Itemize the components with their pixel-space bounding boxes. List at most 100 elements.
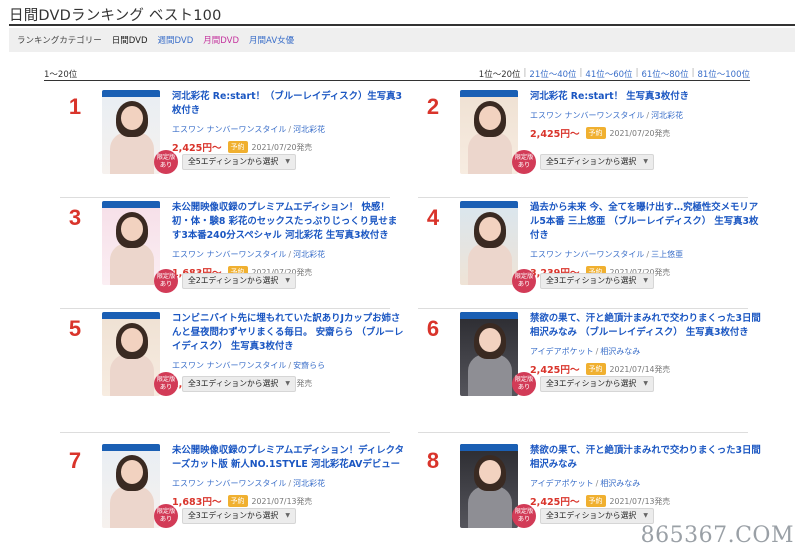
title-rule (9, 24, 795, 26)
edition-select[interactable]: 全3エディションから選択 ▼ (540, 508, 654, 524)
cover-figure-body (468, 132, 512, 174)
actress-link[interactable]: 安齋らら (293, 361, 325, 370)
product-title-link[interactable]: 禁欲の果て、汗と絶頂汁まみれで交わりまくった3日間 相沢みなみ （ブルーレイディ… (530, 312, 764, 340)
product-cover-image[interactable] (460, 90, 518, 174)
edition-select-label: 全5エディションから選択 (546, 157, 637, 166)
ranking-card: 3 未公開映像収録のプレミアムエディション！ 快感！初・体・験8 彩花のセックスた… (60, 201, 406, 307)
cover-figure-face (479, 328, 501, 352)
price: 2,425円〜 (530, 497, 580, 508)
release-date: 2021/07/13発売 (251, 496, 313, 506)
price: 2,425円〜 (530, 129, 580, 140)
maker-link[interactable]: エスワン ナンバーワンスタイル (172, 250, 286, 259)
actress-link[interactable]: 河北彩花 (293, 125, 325, 134)
chevron-down-icon: ▼ (643, 380, 648, 387)
chevron-down-icon: ▼ (285, 512, 290, 519)
edition-select[interactable]: 全2エディションから選択 ▼ (182, 273, 296, 289)
edition-select[interactable]: 全3エディションから選択 ▼ (182, 508, 296, 524)
actress-link[interactable]: 河北彩花 (293, 479, 325, 488)
actress-link[interactable]: 河北彩花 (651, 111, 683, 120)
product-title-link[interactable]: 未公開映像収録のプレミアムエディション！ 快感！初・体・験8 彩花のセックスたっ… (172, 201, 406, 243)
actress-link[interactable]: 相沢みなみ (600, 479, 640, 488)
maker-line: アイデアポケット / 相沢みなみ (530, 478, 764, 489)
maker-link[interactable]: エスワン ナンバーワンスタイル (530, 250, 644, 259)
edition-select-label: 全3エディションから選択 (546, 276, 637, 285)
product-cover-image[interactable] (460, 444, 518, 528)
product-cover-image[interactable] (460, 312, 518, 396)
maker-separator: / (288, 361, 292, 370)
ranking-card: 2 河北彩花 Re:start！ 生写真3枚付き エスワン ナンバーワンスタイル / 河… (418, 90, 764, 196)
release-date: 2021/07/14発売 (609, 364, 671, 374)
product-title-link[interactable]: 禁欲の果て、汗と絶頂汁まみれで交わりまくった3日間 相沢みなみ (530, 444, 764, 472)
maker-link[interactable]: エスワン ナンバーワンスタイル (172, 361, 286, 370)
preorder-tag: 予約 (227, 141, 248, 153)
product-cover-image[interactable] (102, 90, 160, 174)
product-cover-image[interactable] (102, 312, 160, 396)
rank-number: 4 (426, 205, 440, 230)
preorder-tag: 予約 (585, 495, 606, 507)
edition-select-label: 全3エディションから選択 (546, 511, 637, 520)
maker-separator: / (646, 111, 650, 120)
edition-select[interactable]: 全5エディションから選択 ▼ (540, 154, 654, 170)
cover-figure-face (121, 106, 143, 130)
product-info: 過去から未来 今、全てを曝け出す…究極性交メモリアル5本番 三上悠亜 （ブルーレ… (530, 201, 764, 279)
cover-figure-face (479, 217, 501, 241)
edition-select[interactable]: 全5エディションから選択 ▼ (182, 154, 296, 170)
cover-figure-face (121, 328, 143, 352)
maker-link[interactable]: アイデアポケット (530, 479, 594, 488)
product-info: 未公開映像収録のプレミアムエディション！ディレクターズカット版 新人NO.1ST… (172, 444, 406, 508)
cover-figure-body (110, 486, 154, 528)
maker-separator: / (595, 479, 599, 488)
price: 2,425円〜 (172, 143, 222, 154)
maker-link[interactable]: エスワン ナンバーワンスタイル (172, 125, 286, 134)
maker-link[interactable]: エスワン ナンバーワンスタイル (530, 111, 644, 120)
bluray-banner (460, 312, 518, 319)
product-cover-image[interactable] (102, 444, 160, 528)
pager-link-41-60[interactable]: 41位〜60位 (585, 68, 632, 80)
edition-select[interactable]: 全3エディションから選択 ▼ (540, 376, 654, 392)
product-title-link[interactable]: コンビニバイト先に埋もれていた訳ありJカップお姉さんと昼夜問わずヤリまくる毎日。… (172, 312, 406, 354)
limited-edition-badge: 限定版あり (512, 372, 536, 396)
product-title-link[interactable]: 河北彩花 Re:start！ 生写真3枚付き (530, 90, 764, 104)
maker-link[interactable]: アイデアポケット (530, 347, 594, 356)
edition-select[interactable]: 全3エディションから選択 ▼ (540, 273, 654, 289)
actress-link[interactable]: 三上悠亜 (651, 250, 683, 259)
maker-line: エスワン ナンバーワンスタイル / 河北彩花 (172, 249, 406, 260)
pager-separator: | (691, 68, 695, 78)
cover-figure-body (110, 243, 154, 285)
rank-number: 6 (426, 316, 440, 341)
price: 1,683円〜 (172, 497, 222, 508)
category-weekly-dvd[interactable]: 週間DVD (158, 34, 194, 46)
bluray-banner (460, 201, 518, 208)
category-label: ランキングカテゴリー (17, 36, 102, 46)
edition-select[interactable]: 全3エディションから選択 ▼ (182, 376, 296, 392)
category-monthly-actress[interactable]: 月間AV女優 (249, 34, 294, 46)
product-title-link[interactable]: 河北彩花 Re:start！（ブルーレイディスク）生写真3枚付き (172, 90, 406, 118)
product-cover-image[interactable] (102, 201, 160, 285)
product-title-link[interactable]: 過去から未来 今、全てを曝け出す…究極性交メモリアル5本番 三上悠亜 （ブルーレ… (530, 201, 764, 243)
cover-figure-body (468, 354, 512, 396)
pager-link-61-80[interactable]: 61位〜80位 (641, 68, 688, 80)
pager-link-81-100[interactable]: 81位〜100位 (697, 68, 750, 80)
product-title-link[interactable]: 未公開映像収録のプレミアムエディション！ディレクターズカット版 新人NO.1ST… (172, 444, 406, 472)
limited-edition-badge: 限定版あり (512, 504, 536, 528)
product-info: 河北彩花 Re:start！（ブルーレイディスク）生写真3枚付きエスワン ナンバ… (172, 90, 406, 154)
cover-figure-face (121, 460, 143, 484)
actress-link[interactable]: 相沢みなみ (600, 347, 640, 356)
product-cover-image[interactable] (460, 201, 518, 285)
actress-link[interactable]: 河北彩花 (293, 250, 325, 259)
range-indicator: 1〜20位 (44, 70, 78, 80)
maker-link[interactable]: エスワン ナンバーワンスタイル (172, 479, 286, 488)
preorder-tag: 予約 (227, 495, 248, 507)
edition-select-label: 全2エディションから選択 (188, 276, 279, 285)
limited-edition-badge: 限定版あり (154, 269, 178, 293)
category-daily-dvd[interactable]: 日間DVD (112, 34, 148, 46)
category-monthly-dvd[interactable]: 月間DVD (203, 34, 239, 46)
cover-figure-face (479, 460, 501, 484)
pager-link-21-40[interactable]: 21位〜40位 (529, 68, 576, 80)
product-info: 未公開映像収録のプレミアムエディション！ 快感！初・体・験8 彩花のセックスたっ… (172, 201, 406, 279)
edition-select-label: 全3エディションから選択 (546, 379, 637, 388)
chevron-down-icon: ▼ (643, 277, 648, 284)
range-rule (44, 80, 750, 81)
pager: 1位〜20位 | 21位〜40位 | 41位〜60位 | 61位〜80位 | 81位〜1… (479, 68, 750, 80)
bluray-banner (460, 90, 518, 97)
